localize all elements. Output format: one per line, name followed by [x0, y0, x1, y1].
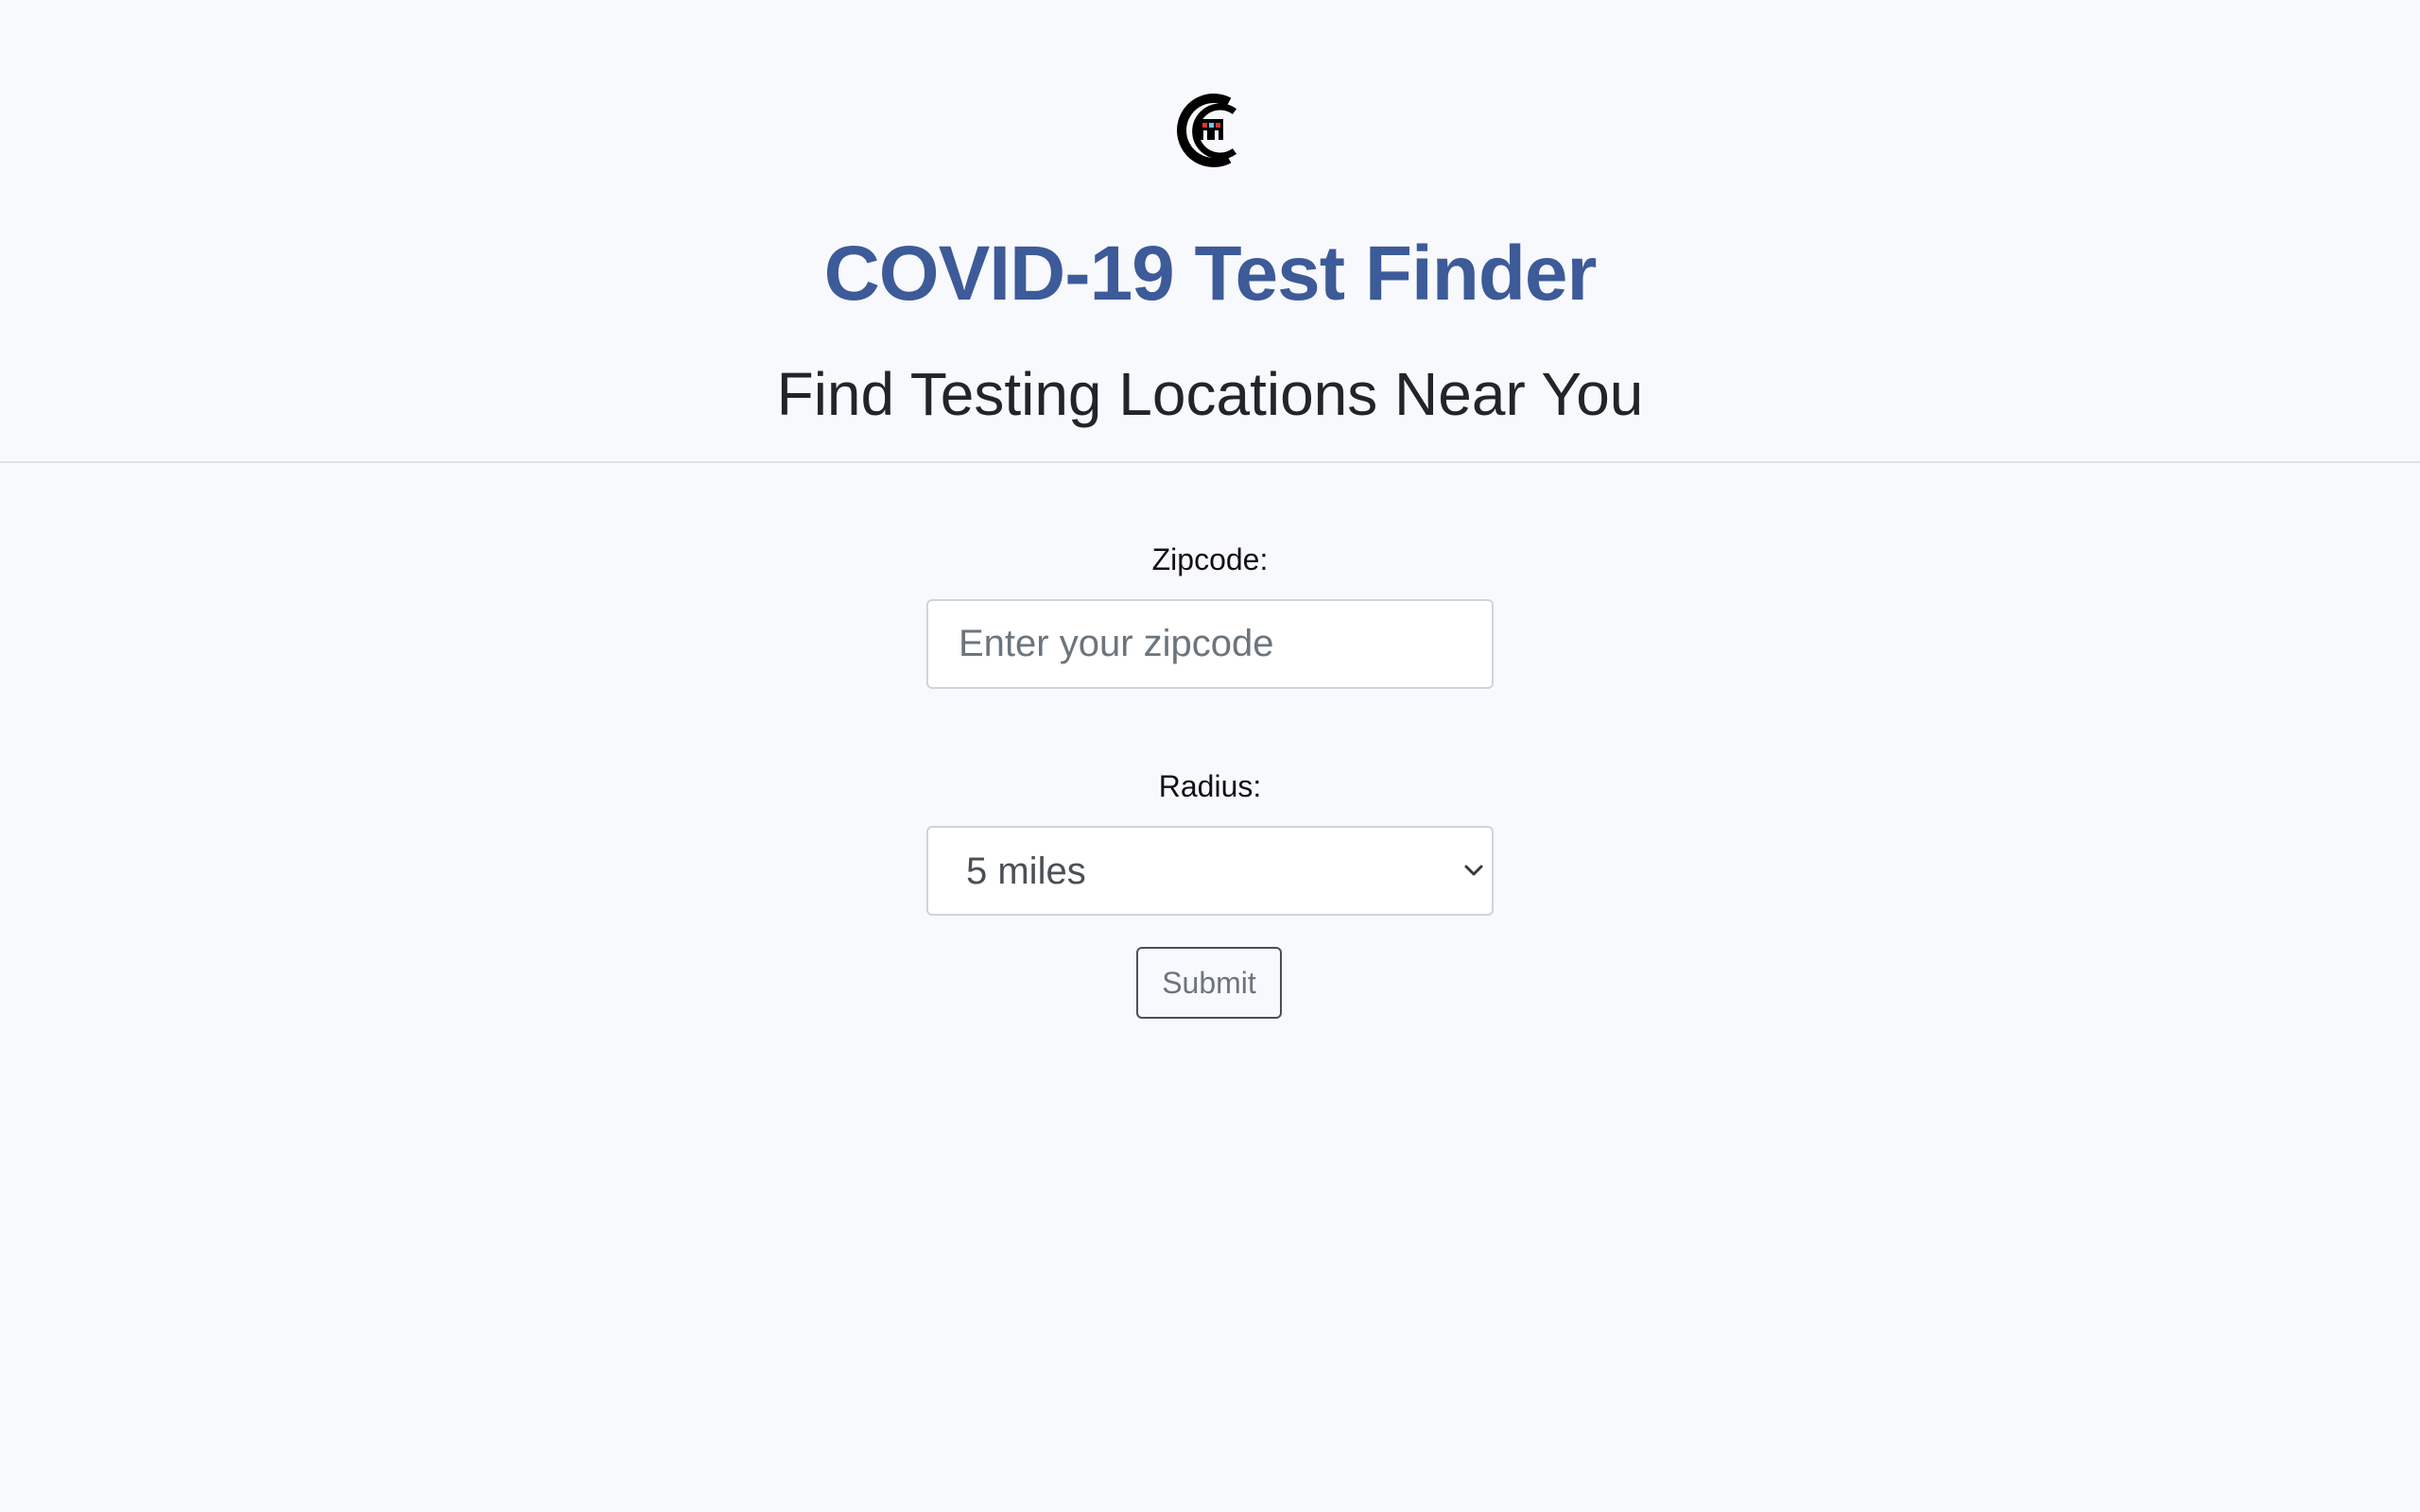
search-form: Zipcode: Radius: 5 miles Submit — [0, 463, 2420, 1219]
page-header: COVID-19 Test Finder Find Testing Locati… — [0, 0, 2420, 463]
page-title: COVID-19 Test Finder — [823, 231, 1598, 317]
submit-button[interactable]: Submit — [1136, 947, 1282, 1019]
radius-select[interactable]: 5 miles — [926, 826, 1494, 916]
zipcode-input[interactable] — [926, 599, 1494, 689]
cc-logo-icon — [1174, 89, 1244, 172]
zipcode-label: Zipcode: — [1151, 542, 1269, 576]
radius-label: Radius: — [1158, 769, 1262, 803]
page-subtitle: Find Testing Locations Near You — [776, 360, 1644, 428]
page: COVID-19 Test Finder Find Testing Locati… — [0, 0, 2420, 1512]
